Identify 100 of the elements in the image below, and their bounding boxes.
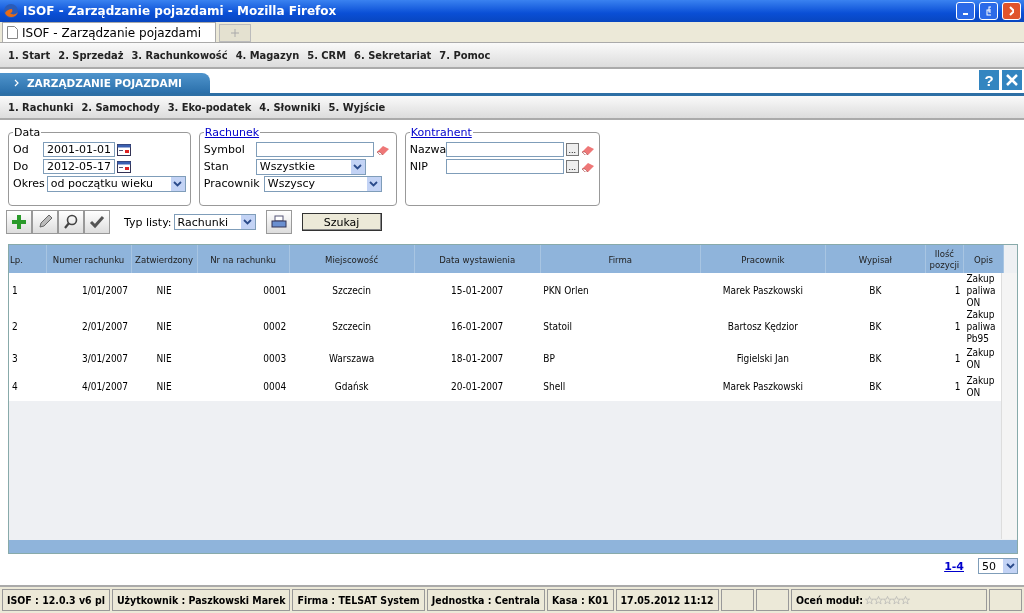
column-header[interactable]: Miejscowość — [289, 245, 415, 273]
column-header[interactable]: Zatwierdzony — [131, 245, 198, 273]
submenu-item[interactable]: 2. Samochody — [77, 100, 164, 114]
star-icon[interactable] — [892, 595, 902, 605]
field-label: Pracownik — [203, 177, 261, 190]
group-legend: Data — [13, 126, 42, 139]
name-field[interactable] — [445, 142, 564, 157]
calendar-icon[interactable] — [117, 143, 131, 156]
star-icon[interactable] — [883, 595, 893, 605]
nip-field[interactable] — [445, 159, 564, 174]
close-button[interactable] — [1002, 2, 1021, 20]
status-item: Użytkownik : Paszkowski Marek — [111, 589, 291, 611]
table-cell: 20-01-2007 — [414, 373, 541, 401]
table-cell: 1 — [925, 309, 964, 345]
approve-button[interactable] — [84, 210, 110, 234]
lookup-button[interactable]: ... — [565, 143, 579, 156]
menu-item[interactable]: 3. Rachunkowość — [127, 48, 232, 62]
list-type-dropdown[interactable]: Rachunki — [173, 214, 256, 230]
calendar-icon[interactable] — [117, 160, 131, 173]
date-field[interactable]: 2012-05-17 — [43, 159, 115, 174]
field-label: Typ listy: — [124, 215, 172, 229]
add-button[interactable] — [6, 210, 32, 234]
submenu-item[interactable]: 1. Rachunki — [4, 100, 78, 114]
field-label: Okres — [13, 177, 45, 190]
table-cell: Figielski Jan — [700, 345, 826, 373]
group-link[interactable]: Rachunek — [203, 126, 261, 139]
date-field[interactable]: 2001-01-01 — [43, 142, 115, 157]
status-item: Jednostka : Centrala — [426, 589, 545, 611]
column-header[interactable]: Lp. — [9, 245, 46, 273]
column-header[interactable]: Opis — [963, 245, 1004, 273]
table-cell: BK — [825, 345, 926, 373]
page-icon — [7, 26, 18, 39]
restore-button[interactable] — [979, 2, 998, 20]
table-cell: 1 — [925, 373, 964, 401]
scrollbar[interactable] — [1001, 273, 1017, 539]
close-button[interactable] — [1002, 70, 1022, 90]
star-icon[interactable] — [901, 595, 911, 605]
status-item: 17.05.2012 11:12 — [615, 589, 719, 611]
column-header[interactable]: Numer rachunku — [46, 245, 132, 273]
browser-logo-icon — [3, 3, 19, 19]
field-label: Nazwa — [409, 143, 444, 156]
page-link[interactable]: 1-4 — [944, 559, 964, 573]
table-cell: Shell — [540, 373, 701, 401]
column-header[interactable]: Wypisał — [825, 245, 926, 273]
table-cell: BK — [825, 373, 926, 401]
eraser-icon[interactable] — [375, 144, 390, 155]
field-label: NIP — [409, 160, 429, 173]
column-header[interactable]: Nr na rachunku — [197, 245, 290, 273]
minimize-button[interactable] — [956, 2, 975, 20]
table-cell: Szczecin — [289, 273, 415, 309]
table-cell: Zakup paliwa ON — [963, 273, 1004, 309]
menu-item[interactable]: 5. CRM — [303, 48, 351, 62]
table-cell: Zakup paliwa Pb95 — [963, 309, 1004, 345]
edit-button[interactable] — [32, 210, 58, 234]
menu-item[interactable]: 4. Magazyn — [231, 48, 304, 62]
checkmark-icon — [89, 214, 105, 230]
table-cell: BK — [825, 309, 926, 345]
help-button[interactable]: ? — [979, 70, 999, 90]
column-header[interactable]: Pracownik — [700, 245, 826, 273]
table-cell: Statoil — [540, 309, 701, 345]
table-cell: Warszawa — [289, 345, 415, 373]
table-cell: 4 — [9, 373, 46, 401]
table-cell: 15-01-2007 — [414, 273, 541, 309]
eraser-icon[interactable] — [580, 144, 595, 155]
print-button[interactable] — [265, 210, 292, 234]
pencil-icon — [37, 214, 53, 230]
state-dropdown[interactable]: Wszystkie — [255, 158, 366, 175]
chevron-icon — [14, 79, 19, 87]
table-cell: Zakup ON — [963, 373, 1004, 401]
table-cell: Zakup ON — [963, 345, 1004, 373]
menu-item[interactable]: 2. Sprzedaż — [54, 48, 128, 62]
group-link[interactable]: Kontrahent — [409, 126, 473, 139]
search-button[interactable] — [58, 210, 84, 234]
table-cell: NIE — [131, 273, 198, 309]
status-panel — [720, 589, 754, 611]
submenu-item[interactable]: 5. Wyjście — [324, 100, 390, 114]
star-icon[interactable] — [865, 595, 875, 605]
menu-item[interactable]: 6. Sekretariat — [350, 48, 436, 62]
employee-dropdown[interactable]: Wszyscy — [263, 175, 382, 192]
table-cell: 3/01/2007 — [46, 345, 132, 373]
symbol-field[interactable] — [255, 142, 374, 157]
submenu-item[interactable]: 4. Słowniki — [255, 100, 325, 114]
star-icon[interactable] — [874, 595, 884, 605]
lookup-button[interactable]: ... — [565, 160, 579, 173]
browser-tab[interactable]: ISOF - Zarządzanie pojazdami — [2, 22, 216, 42]
column-header[interactable]: Data wystawienia — [414, 245, 541, 273]
page-size-dropdown[interactable]: 50 — [978, 558, 1018, 574]
eraser-icon[interactable] — [580, 161, 595, 172]
field-label: Do — [13, 160, 30, 173]
column-header[interactable]: Firma — [540, 245, 701, 273]
menu-item[interactable]: 7. Pomoc — [435, 48, 495, 62]
menu-item[interactable]: 1. Start — [4, 48, 55, 62]
search-button[interactable]: Szukaj — [301, 213, 382, 231]
table-cell: Marek Paszkowski — [700, 373, 826, 401]
column-header[interactable]: Ilość pozycji — [925, 245, 964, 273]
rating-label: Oceń moduł: — [795, 594, 864, 606]
table-cell: 3 — [9, 345, 46, 373]
status-item: Firma : TELSAT System — [292, 589, 425, 611]
submenu-item[interactable]: 3. Eko-podatek — [163, 100, 256, 114]
period-dropdown[interactable]: od początku wieku — [46, 175, 186, 192]
